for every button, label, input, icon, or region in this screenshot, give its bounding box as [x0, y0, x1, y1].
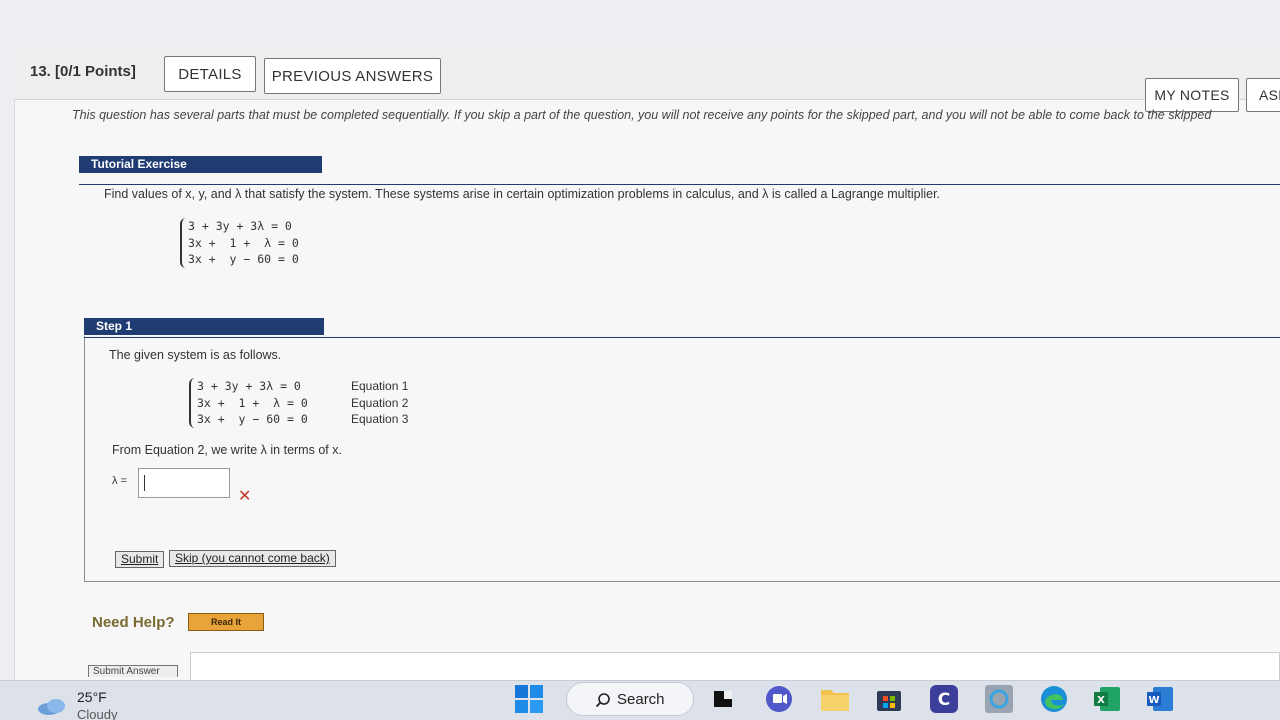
tutorial-equation-3: 3x + y − 60 = 0	[188, 252, 299, 266]
windows-start-icon[interactable]	[514, 684, 544, 714]
equation-label-3: Equation 3	[351, 412, 409, 426]
file-explorer-icon[interactable]	[820, 684, 850, 714]
tutorial-divider	[79, 184, 1280, 185]
read-it-button[interactable]: Read It	[188, 613, 264, 631]
previous-answers-button[interactable]: PREVIOUS ANSWERS	[264, 58, 441, 94]
step-equation-2: 3x + 1 + λ = 0	[197, 395, 308, 410]
details-button[interactable]: DETAILS	[164, 56, 256, 92]
text-caret	[144, 475, 145, 491]
microsoft-store-icon[interactable]	[874, 684, 904, 714]
step-equation-3: 3x + y − 60 = 0	[197, 412, 308, 426]
svg-text:X: X	[1097, 695, 1105, 706]
weather-description[interactable]: Cloudy	[77, 707, 117, 720]
incorrect-icon: ✕	[238, 488, 252, 505]
teams-chat-icon[interactable]	[764, 684, 794, 714]
word-icon[interactable]: W	[1145, 684, 1175, 714]
step-system: 3 + 3y + 3λ = 0 3x + 1 + λ = 0 3x + y − …	[189, 378, 308, 428]
equation-label-2: Equation 2	[351, 395, 409, 410]
svg-text:C: C	[938, 690, 950, 710]
task-view-icon[interactable]	[708, 684, 738, 714]
my-notes-button[interactable]: MY NOTES	[1145, 78, 1239, 112]
answer-area	[190, 652, 1280, 680]
tutorial-equation-2: 3x + 1 + λ = 0	[188, 235, 299, 250]
app-circle-icon[interactable]	[984, 684, 1014, 714]
lambda-input[interactable]	[138, 468, 230, 498]
cloud-icon[interactable]	[36, 698, 68, 716]
search-icon	[595, 693, 610, 708]
step-instruction: From Equation 2, we write λ in terms of …	[112, 443, 342, 457]
taskbar-search[interactable]: Search	[566, 682, 694, 716]
submit-answer-button[interactable]: Submit Answer	[88, 665, 178, 677]
excel-icon[interactable]: X	[1092, 684, 1122, 714]
equation-label-1: Equation 1	[351, 379, 409, 393]
step-panel	[84, 336, 1280, 582]
ask-button[interactable]: ASK	[1246, 78, 1280, 112]
need-help-label: Need Help?	[92, 614, 175, 631]
equation-labels: Equation 1 Equation 2 Equation 3	[351, 378, 408, 428]
app-c-icon[interactable]: C	[929, 684, 959, 714]
step-divider	[84, 337, 1280, 338]
step-intro: The given system is as follows.	[109, 348, 282, 362]
skip-button[interactable]: Skip (you cannot come back)	[169, 550, 336, 567]
step-equation-1: 3 + 3y + 3λ = 0	[197, 379, 301, 393]
tutorial-equation-1: 3 + 3y + 3λ = 0	[188, 219, 292, 233]
step-header: Step 1	[84, 318, 324, 335]
tutorial-header: Tutorial Exercise	[79, 156, 322, 173]
svg-text:W: W	[1148, 695, 1159, 706]
lambda-label: λ =	[112, 475, 127, 487]
tutorial-prompt: Find values of x, y, and λ that satisfy …	[104, 187, 941, 201]
edge-browser-icon[interactable]	[1039, 684, 1069, 714]
search-label: Search	[617, 690, 665, 708]
tutorial-system: 3 + 3y + 3λ = 0 3x + 1 + λ = 0 3x + y − …	[180, 218, 299, 268]
question-intro: This question has several parts that mus…	[72, 108, 1212, 122]
weather-temperature[interactable]: 25°F	[77, 689, 107, 705]
submit-button[interactable]: Submit	[115, 551, 165, 568]
question-number: 13. [0/1 Points]	[30, 63, 136, 80]
